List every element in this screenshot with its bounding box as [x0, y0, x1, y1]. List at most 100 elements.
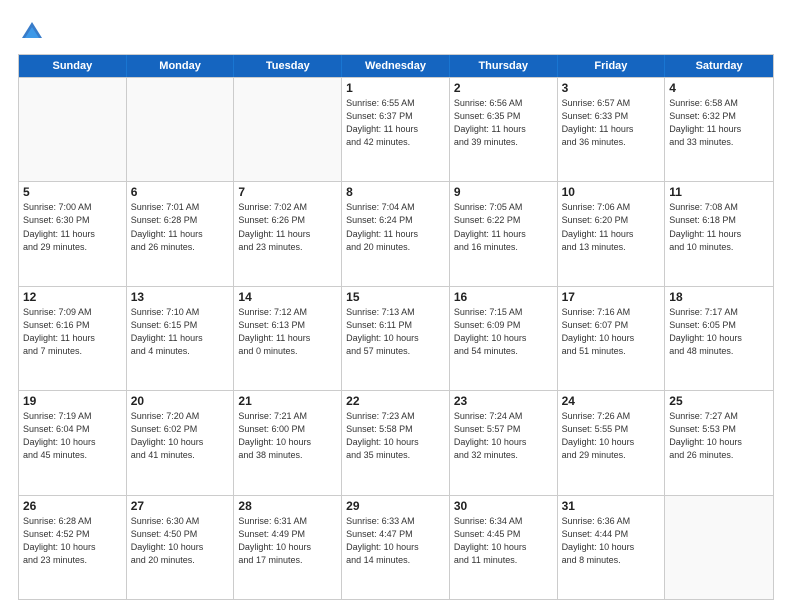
- calendar-cell: 12 Sunrise: 7:09 AMSunset: 6:16 PMDayligh…: [19, 287, 127, 390]
- calendar-cell: 25 Sunrise: 7:27 AMSunset: 5:53 PMDayligh…: [665, 391, 773, 494]
- calendar-cell: [19, 78, 127, 181]
- calendar-cell: 14 Sunrise: 7:12 AMSunset: 6:13 PMDayligh…: [234, 287, 342, 390]
- day-number: 8: [346, 185, 445, 199]
- calendar-cell: 27 Sunrise: 6:30 AMSunset: 4:50 PMDayligh…: [127, 496, 235, 599]
- day-number: 19: [23, 394, 122, 408]
- day-number: 27: [131, 499, 230, 513]
- day-number: 4: [669, 81, 769, 95]
- calendar-cell: 18 Sunrise: 7:17 AMSunset: 6:05 PMDayligh…: [665, 287, 773, 390]
- calendar-cell: 13Sunrise: 7:10 AMSunset: 6:15 PMDayligh…: [127, 287, 235, 390]
- day-info: Sunrise: 7:16 AMSunset: 6:07 PMDaylight:…: [562, 306, 661, 358]
- day-info: Sunrise: 7:08 AMSunset: 6:18 PMDaylight:…: [669, 201, 769, 253]
- day-number: 15: [346, 290, 445, 304]
- calendar-cell: 22Sunrise: 7:23 AMSunset: 5:58 PMDayligh…: [342, 391, 450, 494]
- calendar-cell: [234, 78, 342, 181]
- day-info: Sunrise: 7:26 AMSunset: 5:55 PMDaylight:…: [562, 410, 661, 462]
- day-info: Sunrise: 6:31 AMSunset: 4:49 PMDaylight:…: [238, 515, 337, 567]
- calendar-cell: 8 Sunrise: 7:04 AMSunset: 6:24 PMDaylight…: [342, 182, 450, 285]
- day-info: Sunrise: 7:02 AMSunset: 6:26 PMDaylight:…: [238, 201, 337, 253]
- day-number: 29: [346, 499, 445, 513]
- day-info: Sunrise: 6:57 AMSunset: 6:33 PMDaylight:…: [562, 97, 661, 149]
- day-number: 12: [23, 290, 122, 304]
- calendar-cell: 26 Sunrise: 6:28 AMSunset: 4:52 PMDayligh…: [19, 496, 127, 599]
- day-number: 2: [454, 81, 553, 95]
- day-info: Sunrise: 6:58 AMSunset: 6:32 PMDaylight:…: [669, 97, 769, 149]
- day-info: Sunrise: 7:15 AMSunset: 6:09 PMDaylight:…: [454, 306, 553, 358]
- day-info: Sunrise: 7:05 AMSunset: 6:22 PMDaylight:…: [454, 201, 553, 253]
- day-info: Sunrise: 7:13 AMSunset: 6:11 PMDaylight:…: [346, 306, 445, 358]
- calendar-cell: 11 Sunrise: 7:08 AMSunset: 6:18 PMDayligh…: [665, 182, 773, 285]
- day-number: 20: [131, 394, 230, 408]
- day-info: Sunrise: 6:34 AMSunset: 4:45 PMDaylight:…: [454, 515, 553, 567]
- day-info: Sunrise: 7:20 AMSunset: 6:02 PMDaylight:…: [131, 410, 230, 462]
- weekday-header: Thursday: [450, 55, 558, 77]
- day-info: Sunrise: 6:56 AMSunset: 6:35 PMDaylight:…: [454, 97, 553, 149]
- day-info: Sunrise: 6:55 AMSunset: 6:37 PMDaylight:…: [346, 97, 445, 149]
- day-number: 3: [562, 81, 661, 95]
- day-number: 30: [454, 499, 553, 513]
- calendar-header: SundayMondayTuesdayWednesdayThursdayFrid…: [19, 55, 773, 77]
- calendar-cell: 29 Sunrise: 6:33 AMSunset: 4:47 PMDayligh…: [342, 496, 450, 599]
- day-number: 5: [23, 185, 122, 199]
- day-info: Sunrise: 7:12 AMSunset: 6:13 PMDaylight:…: [238, 306, 337, 358]
- calendar-cell: 31 Sunrise: 6:36 AMSunset: 4:44 PMDayligh…: [558, 496, 666, 599]
- day-info: Sunrise: 7:27 AMSunset: 5:53 PMDaylight:…: [669, 410, 769, 462]
- page-header: [18, 18, 774, 46]
- day-number: 24: [562, 394, 661, 408]
- day-info: Sunrise: 7:09 AMSunset: 6:16 PMDaylight:…: [23, 306, 122, 358]
- day-info: Sunrise: 7:17 AMSunset: 6:05 PMDaylight:…: [669, 306, 769, 358]
- calendar-cell: 2 Sunrise: 6:56 AMSunset: 6:35 PMDaylight…: [450, 78, 558, 181]
- calendar-cell: 3 Sunrise: 6:57 AMSunset: 6:33 PMDaylight…: [558, 78, 666, 181]
- calendar: SundayMondayTuesdayWednesdayThursdayFrid…: [18, 54, 774, 600]
- weekday-header: Tuesday: [234, 55, 342, 77]
- day-info: Sunrise: 6:33 AMSunset: 4:47 PMDaylight:…: [346, 515, 445, 567]
- calendar-week: 1 Sunrise: 6:55 AMSunset: 6:37 PMDaylight…: [19, 77, 773, 181]
- calendar-cell: 19 Sunrise: 7:19 AMSunset: 6:04 PMDayligh…: [19, 391, 127, 494]
- weekday-header: Monday: [127, 55, 235, 77]
- day-number: 26: [23, 499, 122, 513]
- calendar-cell: [127, 78, 235, 181]
- day-number: 9: [454, 185, 553, 199]
- calendar-cell: 20 Sunrise: 7:20 AMSunset: 6:02 PMDayligh…: [127, 391, 235, 494]
- weekday-header: Sunday: [19, 55, 127, 77]
- day-number: 17: [562, 290, 661, 304]
- calendar-cell: 5 Sunrise: 7:00 AMSunset: 6:30 PMDaylight…: [19, 182, 127, 285]
- day-info: Sunrise: 7:24 AMSunset: 5:57 PMDaylight:…: [454, 410, 553, 462]
- calendar-cell: 10 Sunrise: 7:06 AMSunset: 6:20 PMDayligh…: [558, 182, 666, 285]
- calendar-cell: 21Sunrise: 7:21 AMSunset: 6:00 PMDayligh…: [234, 391, 342, 494]
- day-info: Sunrise: 7:04 AMSunset: 6:24 PMDaylight:…: [346, 201, 445, 253]
- logo-icon: [18, 18, 46, 46]
- day-number: 28: [238, 499, 337, 513]
- calendar-cell: 28 Sunrise: 6:31 AMSunset: 4:49 PMDayligh…: [234, 496, 342, 599]
- day-info: Sunrise: 7:00 AMSunset: 6:30 PMDaylight:…: [23, 201, 122, 253]
- calendar-week: 26 Sunrise: 6:28 AMSunset: 4:52 PMDayligh…: [19, 495, 773, 599]
- day-info: Sunrise: 6:28 AMSunset: 4:52 PMDaylight:…: [23, 515, 122, 567]
- weekday-header: Saturday: [665, 55, 773, 77]
- calendar-body: 1 Sunrise: 6:55 AMSunset: 6:37 PMDaylight…: [19, 77, 773, 599]
- day-number: 1: [346, 81, 445, 95]
- calendar-cell: 9 Sunrise: 7:05 AMSunset: 6:22 PMDaylight…: [450, 182, 558, 285]
- day-info: Sunrise: 7:23 AMSunset: 5:58 PMDaylight:…: [346, 410, 445, 462]
- weekday-header: Wednesday: [342, 55, 450, 77]
- day-number: 11: [669, 185, 769, 199]
- day-number: 31: [562, 499, 661, 513]
- day-number: 14: [238, 290, 337, 304]
- calendar-cell: 4 Sunrise: 6:58 AMSunset: 6:32 PMDaylight…: [665, 78, 773, 181]
- day-number: 10: [562, 185, 661, 199]
- weekday-header: Friday: [558, 55, 666, 77]
- day-number: 25: [669, 394, 769, 408]
- day-info: Sunrise: 7:01 AMSunset: 6:28 PMDaylight:…: [131, 201, 230, 253]
- day-info: Sunrise: 6:36 AMSunset: 4:44 PMDaylight:…: [562, 515, 661, 567]
- calendar-cell: 15 Sunrise: 7:13 AMSunset: 6:11 PMDayligh…: [342, 287, 450, 390]
- calendar-cell: 24 Sunrise: 7:26 AMSunset: 5:55 PMDayligh…: [558, 391, 666, 494]
- calendar-cell: 30 Sunrise: 6:34 AMSunset: 4:45 PMDayligh…: [450, 496, 558, 599]
- calendar-cell: 6Sunrise: 7:01 AMSunset: 6:28 PMDaylight…: [127, 182, 235, 285]
- day-info: Sunrise: 6:30 AMSunset: 4:50 PMDaylight:…: [131, 515, 230, 567]
- day-info: Sunrise: 7:19 AMSunset: 6:04 PMDaylight:…: [23, 410, 122, 462]
- day-number: 7: [238, 185, 337, 199]
- day-number: 16: [454, 290, 553, 304]
- day-info: Sunrise: 7:06 AMSunset: 6:20 PMDaylight:…: [562, 201, 661, 253]
- day-number: 18: [669, 290, 769, 304]
- calendar-cell: 16 Sunrise: 7:15 AMSunset: 6:09 PMDayligh…: [450, 287, 558, 390]
- day-number: 13: [131, 290, 230, 304]
